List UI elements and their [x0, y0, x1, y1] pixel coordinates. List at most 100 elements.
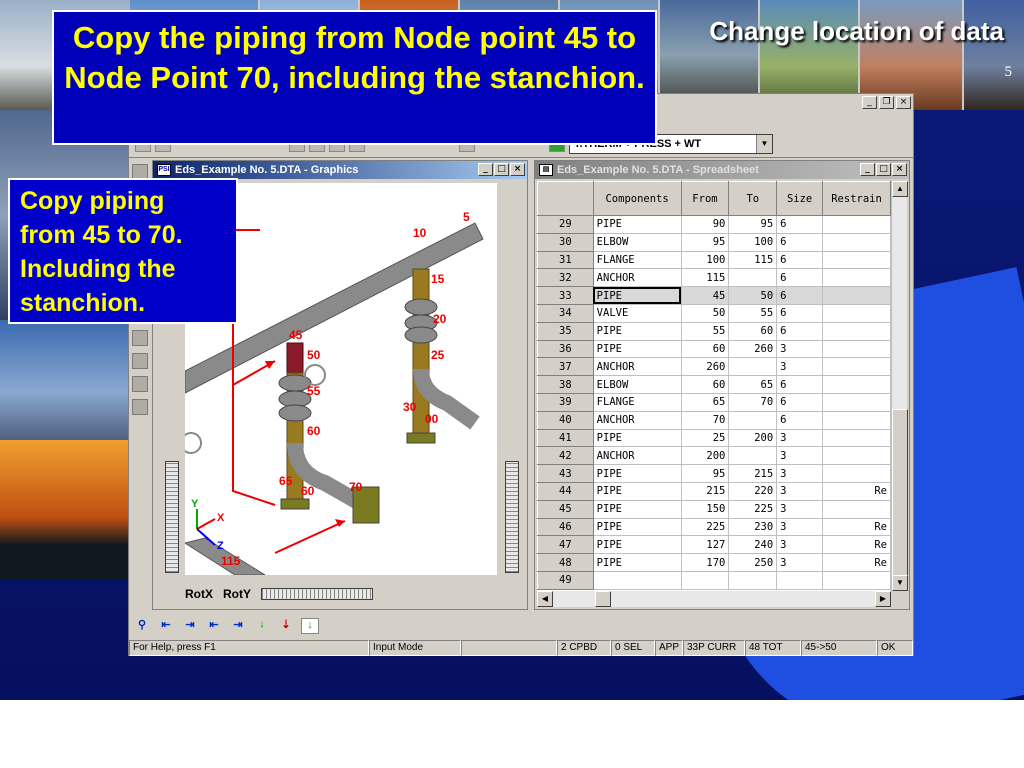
- cell-to[interactable]: 220: [728, 481, 778, 501]
- cell-restrain[interactable]: [822, 428, 891, 448]
- cell-from[interactable]: 170: [680, 553, 730, 572]
- cell-from[interactable]: 90: [680, 215, 730, 234]
- cell-component[interactable]: PIPE: [592, 428, 682, 448]
- stanchion-icon[interactable]: [132, 330, 148, 346]
- cell-size[interactable]: 3: [776, 357, 824, 377]
- cell-size[interactable]: 6: [776, 250, 824, 270]
- cell-to[interactable]: 230: [728, 517, 778, 537]
- row-number[interactable]: 45: [537, 499, 594, 519]
- row-number[interactable]: 46: [537, 517, 594, 537]
- graphics-titlebar[interactable]: PSI Eds_Example No. 5.DTA - Graphics _ □…: [153, 161, 527, 179]
- support-icon[interactable]: [132, 399, 148, 415]
- table-row[interactable]: 35 PIPE 55 60 6: [537, 321, 891, 341]
- cell-from[interactable]: 200: [680, 446, 730, 466]
- cell-size[interactable]: 3: [776, 553, 824, 572]
- cell-component[interactable]: PIPE: [592, 535, 682, 555]
- cell-to[interactable]: [728, 268, 778, 288]
- cell-restrain[interactable]: [822, 446, 891, 466]
- cell-size[interactable]: 6: [776, 286, 824, 305]
- spreadsheet-horizontal-scrollbar[interactable]: ◀ ▶: [537, 591, 891, 607]
- restore-button[interactable]: ❐: [879, 96, 894, 109]
- table-row[interactable]: 42 ANCHOR 200 3: [537, 446, 891, 466]
- cell-size[interactable]: 6: [776, 215, 824, 234]
- cell-from[interactable]: [680, 570, 730, 590]
- table-row[interactable]: 46 PIPE 225 230 3 Re: [537, 517, 891, 537]
- cell-from[interactable]: 70: [680, 410, 730, 430]
- node-right-dotted-icon[interactable]: ⇥: [229, 618, 247, 634]
- cell-from[interactable]: 115: [680, 268, 730, 288]
- cell-size[interactable]: 6: [776, 268, 824, 288]
- cell-size[interactable]: 3: [776, 517, 824, 537]
- cell-to[interactable]: 240: [728, 535, 778, 555]
- spreadsheet-titlebar[interactable]: ▤ Eds_Example No. 5.DTA - Spreadsheet _ …: [535, 161, 909, 179]
- node-right-icon[interactable]: ⇥: [181, 618, 199, 634]
- cell-from[interactable]: 60: [680, 339, 730, 359]
- cell-size[interactable]: 6: [776, 232, 824, 252]
- column-header-restrain[interactable]: Restrain: [822, 181, 891, 216]
- cell-from[interactable]: 225: [680, 517, 730, 537]
- valve-tool-icon[interactable]: [132, 376, 148, 392]
- chevron-down-icon[interactable]: ▼: [756, 135, 772, 153]
- cell-to[interactable]: 250: [728, 553, 778, 572]
- cell-to[interactable]: 55: [728, 303, 778, 323]
- table-row[interactable]: 49: [537, 570, 891, 590]
- cell-component[interactable]: PIPE: [592, 321, 682, 341]
- row-number[interactable]: 31: [537, 250, 594, 270]
- row-number[interactable]: 37: [537, 357, 594, 377]
- cell-restrain[interactable]: [822, 303, 891, 323]
- table-row[interactable]: 41 PIPE 25 200 3: [537, 428, 891, 448]
- cell-from[interactable]: 60: [680, 375, 730, 394]
- cell-component[interactable]: PIPE: [592, 481, 682, 501]
- minimize-button[interactable]: _: [862, 96, 877, 109]
- row-number[interactable]: 48: [537, 553, 594, 572]
- cell-to[interactable]: 260: [728, 339, 778, 359]
- row-number[interactable]: 44: [537, 481, 594, 501]
- cell-restrain[interactable]: Re: [822, 553, 891, 572]
- scroll-left-icon[interactable]: ◀: [537, 591, 553, 607]
- row-number[interactable]: 34: [537, 303, 594, 323]
- cell-component[interactable]: PIPE: [592, 464, 682, 483]
- cell-restrain[interactable]: [822, 410, 891, 430]
- scroll-thumb[interactable]: [892, 409, 908, 579]
- cell-component[interactable]: ANCHOR: [592, 410, 682, 430]
- spring-icon[interactable]: [132, 353, 148, 369]
- graphics-minimize-button[interactable]: _: [478, 163, 493, 176]
- row-number[interactable]: 42: [537, 446, 594, 466]
- cell-from[interactable]: 95: [680, 232, 730, 252]
- table-row[interactable]: 44 PIPE 215 220 3 Re: [537, 481, 891, 501]
- cell-to[interactable]: 215: [728, 464, 778, 483]
- spreadsheet-close-button[interactable]: ×: [892, 163, 907, 176]
- row-number[interactable]: 36: [537, 339, 594, 359]
- cell-component[interactable]: PIPE: [592, 553, 682, 572]
- cell-component[interactable]: PIPE: [592, 499, 682, 519]
- cell-component[interactable]: PIPE: [592, 286, 682, 305]
- spreadsheet-window[interactable]: ▤ Eds_Example No. 5.DTA - Spreadsheet _ …: [534, 160, 910, 610]
- cell-size[interactable]: [776, 570, 824, 590]
- cell-from[interactable]: 50: [680, 303, 730, 323]
- cell-from[interactable]: 55: [680, 321, 730, 341]
- table-row[interactable]: 37 ANCHOR 260 3: [537, 357, 891, 377]
- close-button[interactable]: ×: [896, 96, 911, 109]
- table-row[interactable]: 47 PIPE 127 240 3 Re: [537, 535, 891, 555]
- cell-size[interactable]: 6: [776, 321, 824, 341]
- cell-component[interactable]: PIPE: [592, 215, 682, 234]
- cell-from[interactable]: 215: [680, 481, 730, 501]
- row-number[interactable]: 29: [537, 215, 594, 234]
- cell-from[interactable]: 150: [680, 499, 730, 519]
- cell-to[interactable]: 60: [728, 321, 778, 341]
- spreadsheet-minimize-button[interactable]: _: [860, 163, 875, 176]
- component-table[interactable]: Components From To Size Restrain 29 PIPE 9…: [537, 181, 891, 590]
- node-split-icon[interactable]: ⇣: [277, 618, 295, 634]
- cell-to[interactable]: 100: [728, 232, 778, 252]
- node-left-dotted-icon[interactable]: ⇤: [205, 618, 223, 634]
- cell-from[interactable]: 127: [680, 535, 730, 555]
- cell-component[interactable]: VALVE: [592, 303, 682, 323]
- cell-size[interactable]: 3: [776, 499, 824, 519]
- cell-component[interactable]: ANCHOR: [592, 446, 682, 466]
- cell-restrain[interactable]: [822, 286, 891, 305]
- row-number[interactable]: 32: [537, 268, 594, 288]
- row-number[interactable]: 38: [537, 375, 594, 394]
- cell-to[interactable]: 95: [728, 215, 778, 234]
- graphics-maximize-button[interactable]: □: [494, 163, 509, 176]
- cell-size[interactable]: 3: [776, 535, 824, 555]
